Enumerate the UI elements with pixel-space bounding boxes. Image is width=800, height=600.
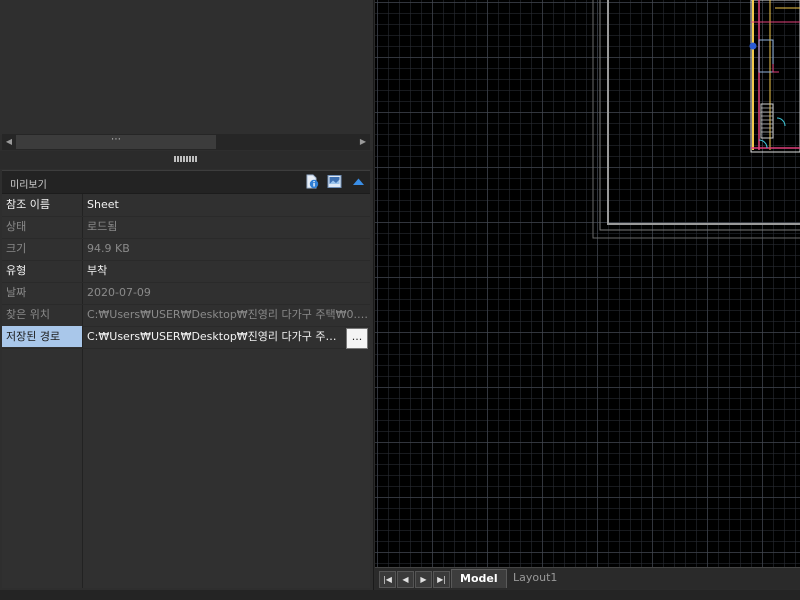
browse-button[interactable]: ... <box>346 328 368 349</box>
next-icon[interactable]: ▶ <box>415 571 432 588</box>
property-row-reference-name[interactable]: 참조 이름 Sheet <box>2 194 370 217</box>
property-label: 유형 <box>6 264 27 277</box>
status-bar <box>0 590 800 600</box>
last-icon[interactable]: ▶| <box>433 571 450 588</box>
saved-path-input[interactable]: C:₩Users₩USER₩Desktop₩진영리 다가구 주택₩0. <box>83 326 345 347</box>
tab-layout1[interactable]: Layout1 <box>505 569 565 587</box>
property-row-found-at[interactable]: 찾은 위치 C:₩Users₩USER₩Desktop₩진영리 다가구 주택₩0… <box>2 304 370 327</box>
splitter-grip-icon[interactable] <box>174 156 198 162</box>
preview-header: 미리보기 <box>2 170 370 194</box>
info-icon[interactable] <box>304 174 319 189</box>
layout-tab-bar: |◀ ◀ ▶ ▶| Model Layout1 <box>375 567 800 589</box>
prev-icon[interactable]: ◀ <box>397 571 414 588</box>
property-value: 2020-07-09 <box>87 286 151 299</box>
property-value[interactable]: Sheet <box>83 194 369 215</box>
property-label: 찾은 위치 <box>6 308 50 321</box>
reference-list-area[interactable] <box>0 0 373 135</box>
property-value: 94.9 KB <box>87 242 130 255</box>
preview-title: 미리보기 <box>10 180 47 191</box>
property-row-status[interactable]: 상태 로드됨 <box>2 216 370 239</box>
property-label: 저장된 경로 <box>2 326 82 347</box>
property-label: 크기 <box>6 242 27 255</box>
scrollbar-thumb[interactable]: ⋯ <box>16 135 216 149</box>
external-references-panel: ◀ ⋯ ▶ 미리보기 참조 이름 Sheet 상태 로드됨 크기 94.9 KB… <box>0 0 374 590</box>
properties-grid: 참조 이름 Sheet 상태 로드됨 크기 94.9 KB 유형 부착 날짜 2… <box>2 194 370 588</box>
property-label: 날짜 <box>6 286 27 299</box>
first-icon[interactable]: |◀ <box>379 571 396 588</box>
property-value: 로드됨 <box>87 220 118 233</box>
drawing-geometry <box>592 0 800 239</box>
property-row-saved-path[interactable]: 저장된 경로 C:₩Users₩USER₩Desktop₩진영리 다가구 주택₩… <box>2 326 370 349</box>
panel-splitter[interactable] <box>0 151 373 169</box>
property-row-type[interactable]: 유형 부착 <box>2 260 370 283</box>
tab-model[interactable]: Model <box>451 569 507 588</box>
scroll-left-icon[interactable]: ◀ <box>2 134 16 150</box>
horizontal-scrollbar[interactable]: ◀ ⋯ ▶ <box>2 134 370 150</box>
property-value: C:₩Users₩USER₩Desktop₩진영리 다가구 주택₩0. ... <box>87 308 369 321</box>
property-value[interactable]: 부착 <box>83 260 369 281</box>
property-row-date[interactable]: 날짜 2020-07-09 <box>2 282 370 305</box>
preview-image-icon[interactable] <box>327 174 342 189</box>
collapse-up-icon[interactable] <box>351 174 366 189</box>
property-label: 상태 <box>6 220 27 233</box>
property-row-size[interactable]: 크기 94.9 KB <box>2 238 370 261</box>
scroll-right-icon[interactable]: ▶ <box>356 134 370 150</box>
drawing-canvas[interactable] <box>375 0 800 567</box>
property-label: 참조 이름 <box>6 198 50 211</box>
